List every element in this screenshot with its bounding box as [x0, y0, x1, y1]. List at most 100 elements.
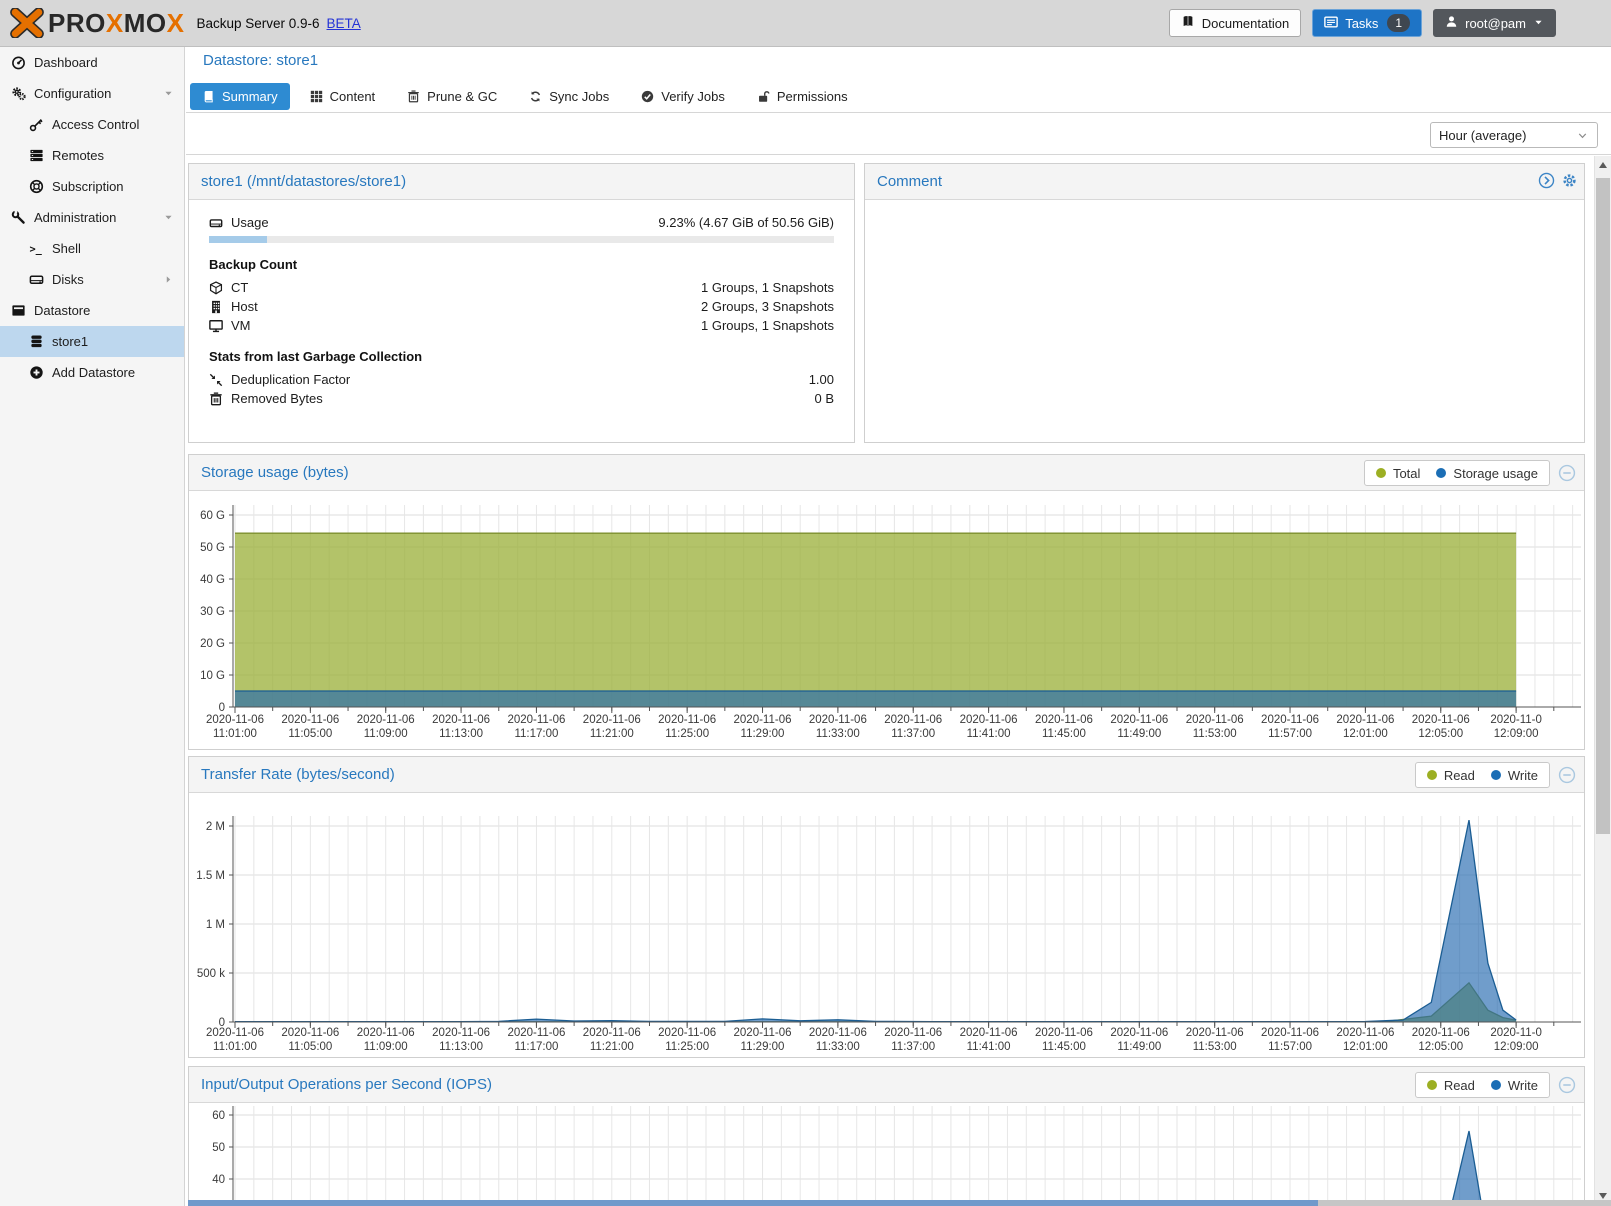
doc-book-icon [1181, 15, 1195, 29]
documentation-button[interactable]: Documentation [1169, 9, 1301, 37]
tasks-label: Tasks [1345, 16, 1378, 31]
unlock-icon [757, 90, 770, 103]
beta-link[interactable]: BETA [327, 16, 361, 31]
period-select[interactable]: Hour (average) [1430, 122, 1598, 148]
svg-text:2 M: 2 M [206, 821, 225, 833]
usage-progress-fill [209, 236, 267, 243]
sidebar-item-disks[interactable]: Disks [0, 264, 184, 295]
usage-progress-bar [209, 236, 834, 243]
svg-text:2020-11-06: 2020-11-06 [206, 714, 264, 726]
legend-item-read[interactable]: Read [1427, 768, 1475, 783]
tabbar-divider [186, 112, 1611, 113]
tab-verify-jobs[interactable]: Verify Jobs [629, 83, 737, 110]
tab-label: Sync Jobs [549, 89, 609, 104]
toolbar-divider [186, 154, 1611, 155]
legend-dot [1436, 468, 1446, 478]
legend-item-read[interactable]: Read [1427, 1078, 1475, 1093]
legend-dot [1491, 1080, 1501, 1090]
collapse-chart-button[interactable] [1558, 464, 1576, 482]
legend-item-write[interactable]: Write [1491, 768, 1538, 783]
gears-icon [11, 86, 26, 101]
svg-text:11:53:00: 11:53:00 [1193, 728, 1237, 740]
sync-icon [529, 90, 542, 103]
sidebar-item-configuration[interactable]: Configuration [0, 78, 184, 109]
tab-summary[interactable]: Summary [190, 83, 290, 110]
svg-text:2020-11-06: 2020-11-06 [960, 714, 1018, 726]
sidebar-item-label: Shell [52, 241, 81, 256]
svg-text:2020-11-06: 2020-11-06 [1336, 1027, 1394, 1039]
collapse-chart-button[interactable] [1558, 1076, 1576, 1094]
legend-item-storage-usage[interactable]: Storage usage [1436, 466, 1538, 481]
desktop-icon [209, 319, 223, 333]
sidebar-item-access-control[interactable]: Access Control [0, 109, 184, 140]
tab-sync-jobs[interactable]: Sync Jobs [517, 83, 621, 110]
proxmox-backup-server-page: PROXMOX Backup Server 0.9-6 BETA Documen… [0, 0, 1611, 1206]
legend-dot [1376, 468, 1386, 478]
user-menu-button[interactable]: root@pam [1433, 9, 1556, 37]
shell-icon: >_ [29, 241, 44, 256]
iops-chart: 60504030 [189, 1103, 1584, 1206]
usage-row: Usage 9.23% (4.67 GiB of 50.56 GiB) [209, 213, 834, 232]
svg-text:2020-11-06: 2020-11-06 [658, 714, 716, 726]
row-label: CT [231, 280, 248, 295]
row-value: 1 Groups, 1 Snapshots [701, 318, 834, 333]
svg-text:2020-11-06: 2020-11-06 [583, 1027, 641, 1039]
svg-text:2020-11-06: 2020-11-06 [960, 1027, 1018, 1039]
svg-text:11:21:00: 11:21:00 [590, 1041, 634, 1053]
hdd-icon [209, 216, 223, 230]
legend-item-total[interactable]: Total [1376, 466, 1420, 481]
tasks-badge: 1 [1387, 14, 1410, 32]
legend-item-write[interactable]: Write [1491, 1078, 1538, 1093]
remotes-icon [29, 148, 44, 163]
sidebar-item-datastore[interactable]: Datastore [0, 295, 184, 326]
svg-text:11:25:00: 11:25:00 [665, 728, 709, 740]
sidebar-item-remotes[interactable]: Remotes [0, 140, 184, 171]
sidebar-item-dashboard[interactable]: Dashboard [0, 47, 184, 78]
svg-text:11:41:00: 11:41:00 [967, 1041, 1011, 1053]
tab-content[interactable]: Content [298, 83, 388, 110]
vertical-scrollbar[interactable] [1594, 156, 1611, 1206]
tasks-button[interactable]: Tasks 1 [1312, 9, 1422, 37]
legend-dot [1491, 770, 1501, 780]
sidebar-item-add-datastore[interactable]: Add Datastore [0, 357, 184, 388]
scrollbar-up-arrow[interactable] [1595, 157, 1611, 173]
svg-text:11:21:00: 11:21:00 [590, 728, 634, 740]
svg-text:2020-11-06: 2020-11-06 [507, 1027, 565, 1039]
svg-text:2020-11-06: 2020-11-06 [1412, 714, 1470, 726]
minus-circle-icon [1558, 1076, 1576, 1094]
sidebar-item-subscription[interactable]: Subscription [0, 171, 184, 202]
transfer-rate-chart-panel: Transfer Rate (bytes/second) ReadWrite 2… [188, 756, 1585, 1058]
tab-permissions[interactable]: Permissions [745, 83, 860, 110]
gear-icon [1561, 172, 1578, 189]
iops-chart-panel: Input/Output Operations per Second (IOPS… [188, 1066, 1585, 1206]
tab-prune-gc[interactable]: Prune & GC [395, 83, 509, 110]
datastore-summary-title: store1 (/mnt/datastores/store1) [189, 164, 854, 199]
legend-dot [1427, 1080, 1437, 1090]
svg-text:2020-11-06: 2020-11-06 [507, 714, 565, 726]
storage-usage-chart-panel: Storage usage (bytes) TotalStorage usage… [188, 454, 1585, 750]
iops-chart-title: Input/Output Operations per Second (IOPS… [189, 1067, 1584, 1102]
sidebar-item-administration[interactable]: Administration [0, 202, 184, 233]
collapse-chart-button[interactable] [1558, 766, 1576, 784]
comment-title: Comment [865, 164, 1584, 199]
chevron-down-icon [1576, 129, 1589, 142]
scrollbar-thumb[interactable] [1596, 178, 1610, 834]
svg-text:12:09:00: 12:09:00 [1494, 1041, 1539, 1053]
svg-text:11:09:00: 11:09:00 [364, 1041, 408, 1053]
caret-down-icon [1533, 17, 1544, 28]
svg-text:11:49:00: 11:49:00 [1117, 1041, 1161, 1053]
svg-text:2020-11-0: 2020-11-0 [1490, 714, 1542, 726]
svg-text:60 G: 60 G [200, 510, 225, 522]
svg-text:11:41:00: 11:41:00 [967, 728, 1011, 740]
svg-text:12:01:00: 12:01:00 [1343, 1041, 1388, 1053]
svg-text:2020-11-0: 2020-11-0 [1490, 1027, 1542, 1039]
svg-text:500 k: 500 k [197, 968, 225, 980]
svg-text:11:13:00: 11:13:00 [439, 1041, 483, 1053]
sidebar-item-shell[interactable]: >_ Shell [0, 233, 184, 264]
svg-text:40 G: 40 G [200, 574, 225, 586]
svg-text:30 G: 30 G [200, 606, 225, 618]
sidebar-item-store1[interactable]: store1 [0, 326, 184, 357]
datastore-icon [11, 303, 26, 318]
sidebar-item-label: Configuration [34, 86, 111, 101]
svg-text:11:45:00: 11:45:00 [1042, 1041, 1086, 1053]
